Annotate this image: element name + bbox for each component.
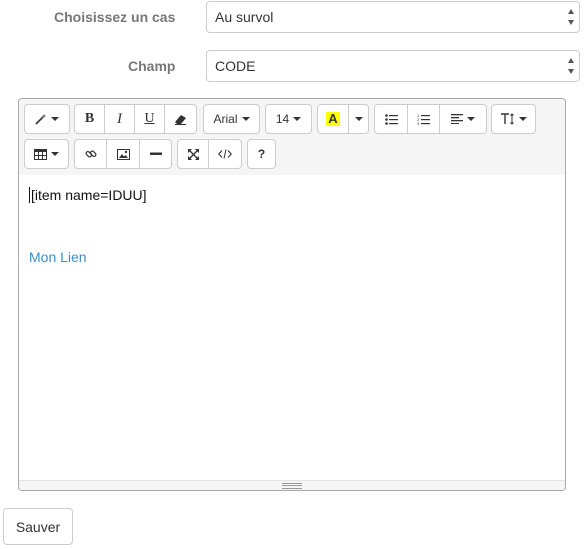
align-left-icon <box>451 114 463 124</box>
link-icon <box>85 150 96 158</box>
fullscreen-icon <box>187 148 199 160</box>
field-select-value: CODE <box>215 58 256 74</box>
svg-text:3: 3 <box>417 121 420 125</box>
code-view-icon <box>218 149 232 159</box>
text-height-icon <box>500 113 514 125</box>
unordered-list-icon <box>384 113 398 125</box>
editor-content[interactable]: [item name=IDUU] Mon Lien <box>19 175 565 482</box>
horizontal-rule-icon <box>149 152 162 155</box>
picture-icon <box>116 148 130 160</box>
italic-button[interactable]: I <box>105 104 135 134</box>
ordered-list-icon: 123 <box>417 113 430 125</box>
font-name-value: Arial <box>213 112 238 126</box>
align-dropdown[interactable] <box>440 104 487 134</box>
underline-icon: U <box>144 111 155 126</box>
table-icon <box>34 148 47 160</box>
field-label: Champ <box>128 58 176 74</box>
ordered-list-button[interactable]: 123 <box>408 104 440 134</box>
underline-button[interactable]: U <box>135 104 165 134</box>
picture-button[interactable] <box>107 139 140 169</box>
font-size-dropdown[interactable]: 14 <box>265 104 312 134</box>
chevron-down-icon <box>354 117 363 121</box>
editor-link[interactable]: Mon Lien <box>29 249 87 265</box>
bold-button[interactable]: B <box>74 104 105 134</box>
color-icon: A <box>326 111 340 126</box>
eraser-button[interactable] <box>165 104 197 134</box>
case-select-value: Au survol <box>215 9 274 25</box>
rich-text-editor: B I U Arial 14 A 123 ? [item name=IDUU] … <box>18 98 566 491</box>
unordered-list-button[interactable] <box>374 104 408 134</box>
resize-grip-icon[interactable] <box>282 483 302 489</box>
bold-icon: B <box>84 111 95 126</box>
case-select[interactable]: Au survol <box>206 1 580 33</box>
font-name-dropdown[interactable]: Arial <box>203 104 260 134</box>
editor-toolbar: B I U Arial 14 A 123 ? <box>19 99 565 176</box>
case-label: Choisissez un cas <box>54 9 176 25</box>
item-tag-text: [item name=IDUU] <box>31 187 147 203</box>
color-dropdown-button[interactable] <box>349 104 369 134</box>
eraser-icon <box>175 114 186 125</box>
magic-icon <box>35 114 46 125</box>
font-size-value: 14 <box>275 112 290 126</box>
table-dropdown[interactable] <box>24 139 69 169</box>
help-button[interactable]: ? <box>247 139 276 169</box>
italic-icon: I <box>117 110 122 127</box>
magic-style-button[interactable] <box>24 104 70 134</box>
text-cursor <box>29 187 30 203</box>
fullscreen-button[interactable] <box>177 139 209 169</box>
editor-resize-bar[interactable] <box>19 480 565 490</box>
code-view-button[interactable] <box>209 139 242 169</box>
editor-line-item: [item name=IDUU] <box>29 187 147 203</box>
link-button[interactable] <box>74 139 107 169</box>
select-arrows-icon <box>567 58 575 74</box>
save-button[interactable]: Sauver <box>3 508 73 545</box>
text-height-dropdown[interactable] <box>491 104 536 134</box>
horizontal-rule-button[interactable] <box>140 139 172 169</box>
help-icon: ? <box>257 147 266 161</box>
field-select[interactable]: CODE <box>206 50 580 82</box>
select-arrows-icon <box>567 9 575 25</box>
color-button[interactable]: A <box>317 104 349 134</box>
